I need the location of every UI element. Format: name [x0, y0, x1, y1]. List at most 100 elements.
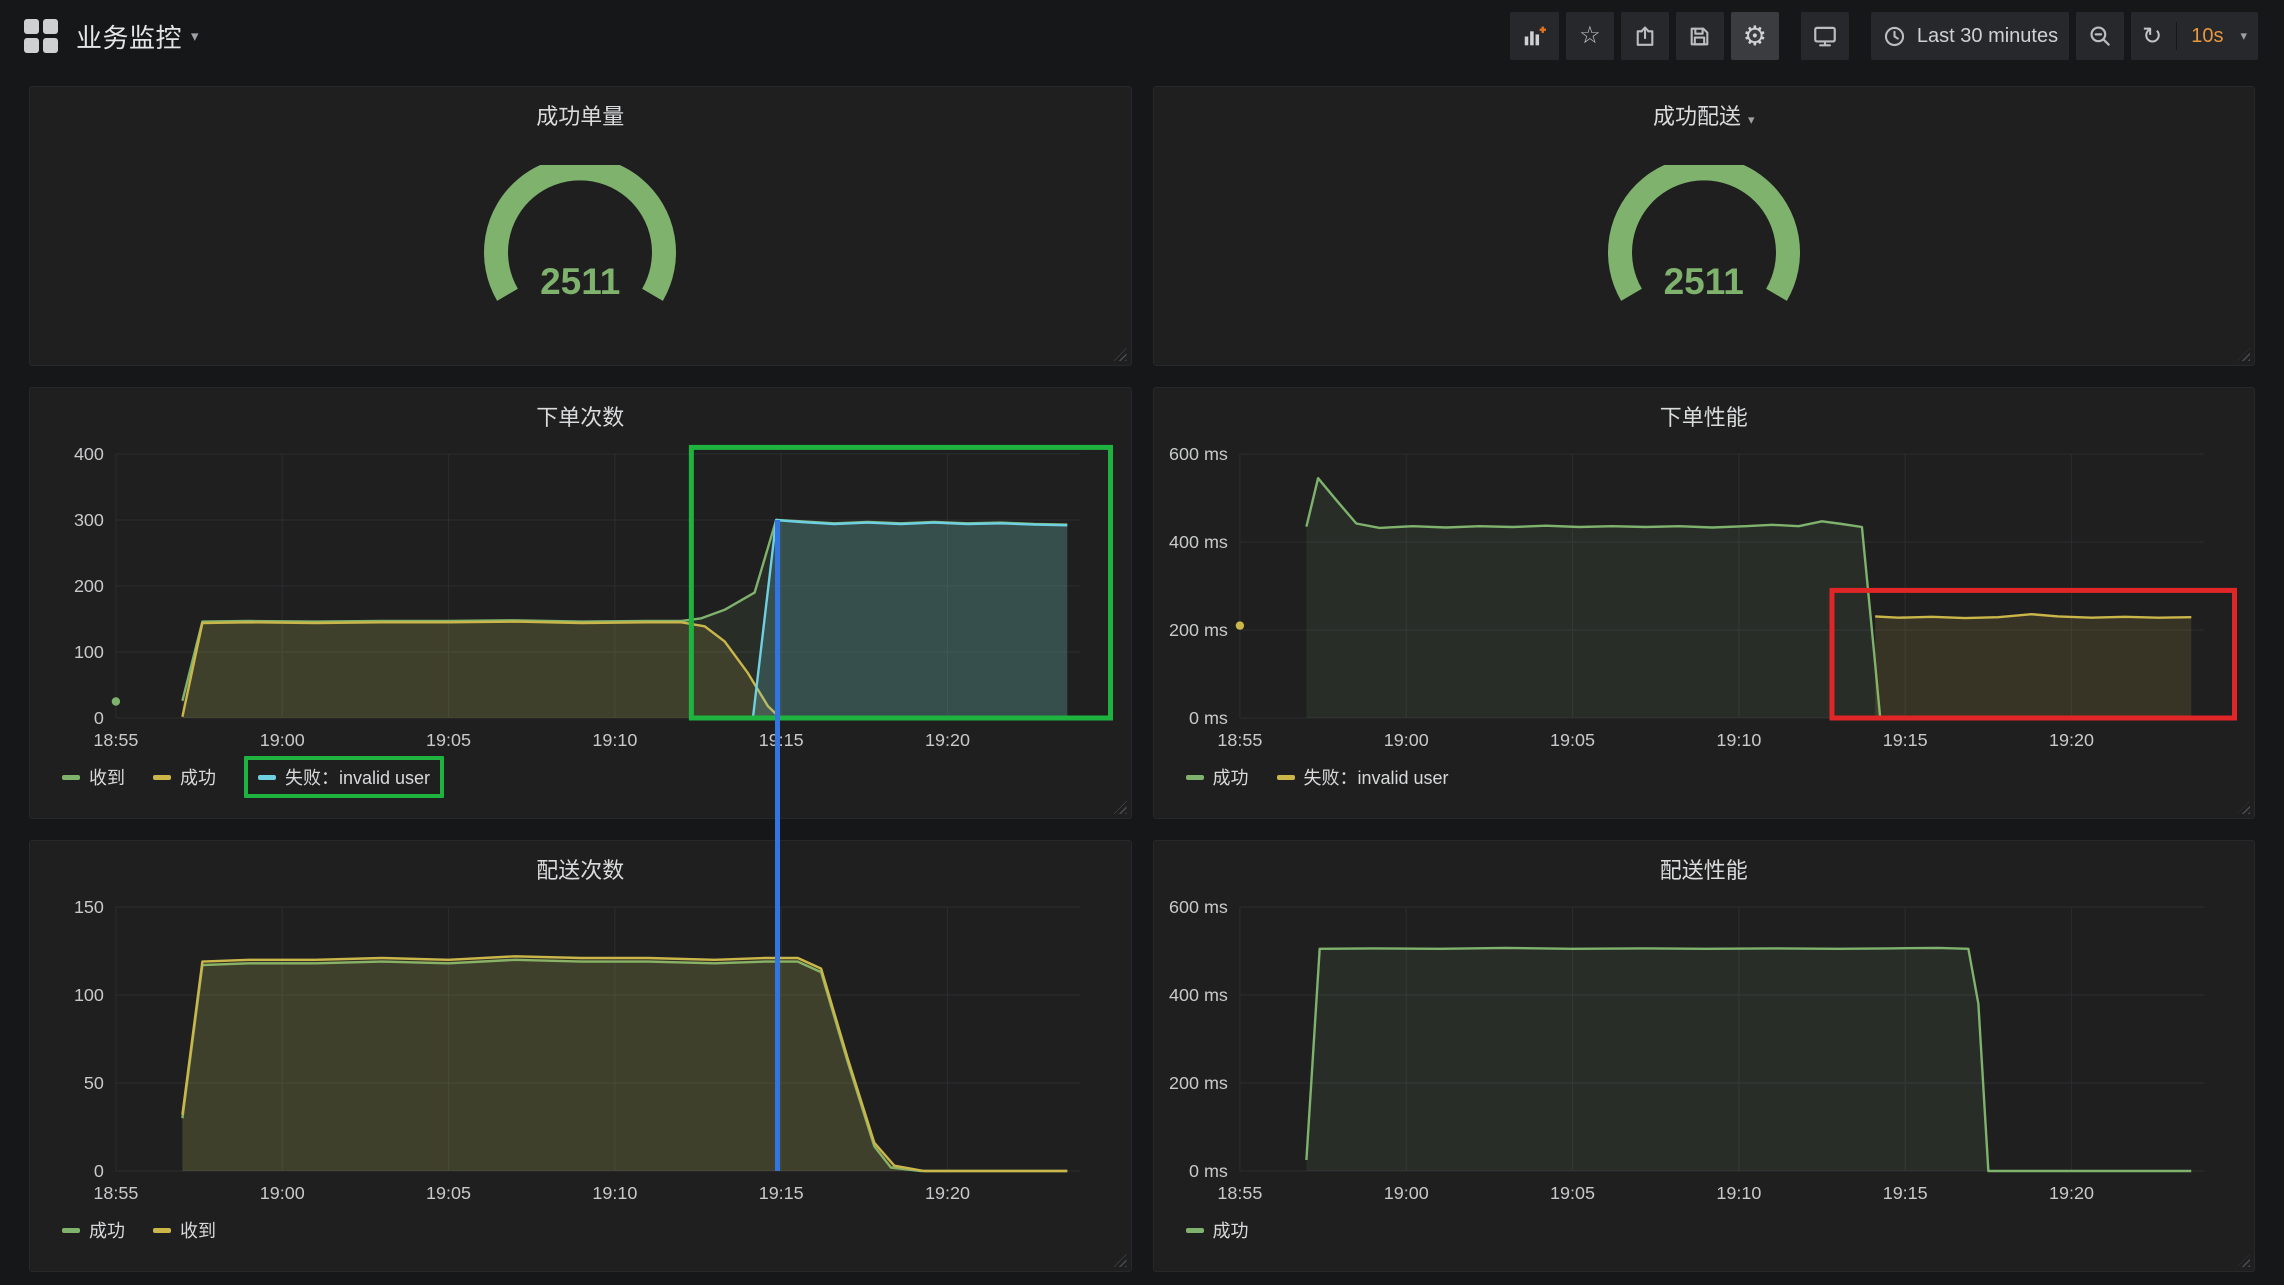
- svg-text:400: 400: [74, 444, 104, 464]
- panel-title[interactable]: 下单次数: [44, 398, 1117, 442]
- svg-text:400 ms: 400 ms: [1169, 532, 1228, 552]
- gear-icon: ⚙: [1743, 21, 1767, 52]
- chevron-down-icon: ▾: [191, 27, 199, 45]
- svg-text:19:05: 19:05: [426, 730, 471, 750]
- add-panel-button[interactable]: [1510, 12, 1559, 60]
- legend-swatch: [62, 775, 80, 780]
- chevron-down-icon: ▾: [2240, 28, 2247, 44]
- gauge: 2511: [460, 165, 700, 337]
- legend-label: 成功: [89, 1217, 125, 1243]
- svg-text:19:20: 19:20: [2049, 730, 2094, 750]
- svg-text:19:20: 19:20: [925, 1183, 970, 1203]
- panel-delivery-performance-chart: 配送性能 0 ms 200 ms 400 ms 600 ms 18:55 19:00 19:…: [1153, 840, 2256, 1272]
- svg-text:200: 200: [74, 576, 104, 596]
- legend-item[interactable]: 成功: [62, 1217, 125, 1243]
- legend: 成功 收到: [62, 1211, 1117, 1249]
- chart-order-count[interactable]: 010020030040018:5519:0019:0519:1019:1519…: [44, 442, 1117, 752]
- svg-text:300: 300: [74, 510, 104, 530]
- panel-success-delivery-gauge: 成功配送▾ 2511: [1153, 86, 2256, 366]
- svg-text:18:55: 18:55: [93, 730, 138, 750]
- panel-order-count-chart: 下单次数 010020030040018:5519:0019:0519:1019…: [29, 387, 1132, 819]
- svg-text:200 ms: 200 ms: [1169, 1073, 1228, 1093]
- star-button[interactable]: ☆: [1566, 12, 1614, 60]
- time-range-label: Last 30 minutes: [1917, 25, 2058, 48]
- legend-label: 收到: [89, 764, 125, 790]
- svg-text:0 ms: 0 ms: [1188, 708, 1227, 728]
- settings-button[interactable]: ⚙: [1731, 12, 1779, 60]
- svg-text:18:55: 18:55: [1217, 730, 1262, 750]
- svg-text:400 ms: 400 ms: [1169, 985, 1228, 1005]
- panel-order-performance-chart: 下单性能 0 ms200 ms400 ms600 ms18:5519:0019:…: [1153, 387, 2256, 819]
- legend-swatch: [62, 1228, 80, 1233]
- chart-delivery-count[interactable]: 05010015018:5519:0019:0519:1019:1519:20: [44, 895, 1117, 1205]
- legend-label: 成功: [1213, 1217, 1249, 1243]
- grafana-logo[interactable]: [24, 19, 58, 53]
- legend-item[interactable]: 失败：invalid user: [244, 756, 444, 798]
- share-icon: [1632, 24, 1657, 49]
- panel-title[interactable]: 成功配送▾: [1168, 97, 2241, 141]
- legend: 成功: [1186, 1211, 2241, 1249]
- svg-text:19:00: 19:00: [260, 1183, 305, 1203]
- chart-delivery-performance[interactable]: 0 ms200 ms400 ms600 ms18:5519:0019:0519:…: [1168, 895, 2241, 1205]
- chart-order-performance[interactable]: 0 ms200 ms400 ms600 ms18:5519:0019:0519:…: [1168, 442, 2241, 752]
- refresh-interval[interactable]: 10s: [2191, 25, 2223, 48]
- legend-swatch: [153, 775, 171, 780]
- svg-text:19:10: 19:10: [592, 730, 637, 750]
- svg-text:19:05: 19:05: [1550, 730, 1595, 750]
- svg-text:19:20: 19:20: [2049, 1183, 2094, 1203]
- legend-item[interactable]: 收到: [153, 1217, 216, 1243]
- svg-text:19:20: 19:20: [925, 730, 970, 750]
- dashboard-title: 业务监控: [76, 18, 182, 55]
- cycle-view-button[interactable]: [1801, 12, 1849, 60]
- svg-text:50: 50: [84, 1073, 104, 1093]
- save-button[interactable]: [1676, 12, 1724, 60]
- legend-label: 收到: [180, 1217, 216, 1243]
- chevron-down-icon: ▾: [1748, 112, 1755, 127]
- legend-item[interactable]: 成功: [1186, 1217, 1249, 1243]
- legend-item[interactable]: 失败：invalid user: [1277, 764, 1449, 790]
- panel-title[interactable]: 下单性能: [1168, 398, 2241, 442]
- svg-text:100: 100: [74, 642, 104, 662]
- svg-text:200 ms: 200 ms: [1169, 620, 1228, 640]
- divider: [2176, 22, 2177, 50]
- panel-title[interactable]: 配送性能: [1168, 851, 2241, 895]
- clock-icon: [1882, 24, 1907, 49]
- svg-text:19:10: 19:10: [1716, 1183, 1761, 1203]
- svg-text:18:55: 18:55: [93, 1183, 138, 1203]
- svg-text:0 ms: 0 ms: [1188, 1161, 1227, 1181]
- legend-swatch: [1186, 775, 1204, 780]
- legend-label: 成功: [180, 764, 216, 790]
- svg-text:600 ms: 600 ms: [1169, 897, 1228, 917]
- svg-text:19:15: 19:15: [759, 730, 804, 750]
- svg-text:19:00: 19:00: [1383, 730, 1428, 750]
- monitor-icon: [1812, 23, 1838, 49]
- svg-text:18:55: 18:55: [1217, 1183, 1262, 1203]
- svg-text:19:05: 19:05: [426, 1183, 471, 1203]
- legend-label: 失败：invalid user: [285, 764, 430, 790]
- gauge-arc-graphic: [1584, 165, 1824, 337]
- navbar: 业务监控 ▾ ☆: [0, 0, 2284, 72]
- zoom-out-button[interactable]: [2076, 12, 2124, 60]
- refresh-picker[interactable]: ↻ 10s ▾: [2131, 12, 2258, 60]
- time-range-button[interactable]: Last 30 minutes: [1871, 12, 2069, 60]
- legend-item[interactable]: 收到: [62, 764, 125, 790]
- svg-text:0: 0: [94, 1161, 104, 1181]
- legend-swatch: [153, 1228, 171, 1233]
- panel-title[interactable]: 配送次数: [44, 851, 1117, 895]
- dashboard-title-dropdown[interactable]: 业务监控 ▾: [76, 18, 199, 55]
- svg-text:150: 150: [74, 897, 104, 917]
- refresh-icon[interactable]: ↻: [2142, 22, 2162, 51]
- panel-title[interactable]: 成功单量: [44, 97, 1117, 141]
- legend-item[interactable]: 成功: [153, 764, 216, 790]
- gauge-value: 2511: [1584, 261, 1824, 303]
- svg-text:19:10: 19:10: [592, 1183, 637, 1203]
- svg-text:19:10: 19:10: [1716, 730, 1761, 750]
- svg-text:19:00: 19:00: [1383, 1183, 1428, 1203]
- share-button[interactable]: [1621, 12, 1669, 60]
- gauge-arc-graphic: [460, 165, 700, 337]
- panel-delivery-count-chart: 配送次数 05010015018:5519:0019:0519:1019:151…: [29, 840, 1132, 1272]
- legend-item[interactable]: 成功: [1186, 764, 1249, 790]
- panel-success-orders-gauge: 成功单量 2511: [29, 86, 1132, 366]
- dashboard-grid: 成功单量 2511 成功配送▾ 2511 下单次数 0 100 200 300 400 1…: [0, 72, 2284, 1284]
- svg-text:19:15: 19:15: [1882, 730, 1927, 750]
